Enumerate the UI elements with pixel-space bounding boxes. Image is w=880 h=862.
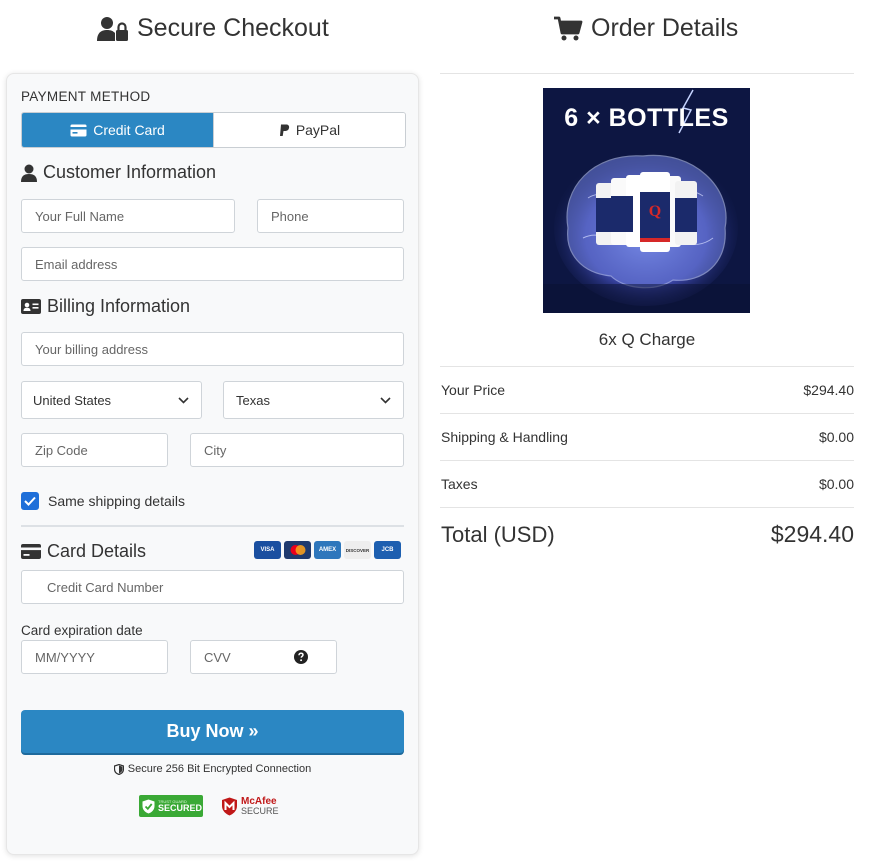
tab-paypal-label: PayPal <box>295 122 341 138</box>
card-number-placeholder: Credit Card Number <box>47 579 164 595</box>
shipping-label: Shipping & Handling <box>441 429 568 445</box>
product-image-text: 6 × BOTTLES <box>564 104 729 132</box>
order-rule-4 <box>440 507 854 508</box>
taxes-label: Taxes <box>441 476 478 492</box>
checkmark-icon <box>24 496 36 506</box>
security-badges: TRUST GUARD SECURED McAfee SECURE <box>139 795 279 817</box>
expiration-label: Card expiration date <box>21 623 143 638</box>
cvv-placeholder: CVV <box>204 649 231 665</box>
city-input[interactable]: City <box>190 433 404 467</box>
customer-info-label: Customer Information <box>43 162 217 182</box>
order-rule-2 <box>440 413 854 414</box>
order-title: Order Details <box>591 14 739 42</box>
card-details-title: Card Details <box>21 541 146 562</box>
same-shipping-label: Same shipping details <box>48 493 185 509</box>
expiry-input[interactable]: MM/YYYY <box>21 640 168 674</box>
cvv-input[interactable]: CVV <box>190 640 337 674</box>
chevron-down-icon <box>178 396 189 404</box>
checkout-title: Secure Checkout <box>137 14 329 42</box>
order-rule-1 <box>440 366 854 367</box>
phone-placeholder: Phone <box>271 208 309 224</box>
shield-icon <box>113 763 124 775</box>
paypal-icon <box>279 124 289 136</box>
email-input[interactable]: Email address <box>21 247 404 281</box>
your-price-label: Your Price <box>441 382 506 398</box>
phone-input[interactable]: Phone <box>257 199 404 233</box>
card-logos: VISA AMEX DISCOVER JCB <box>254 541 401 559</box>
order-heading: Order Details <box>553 14 738 43</box>
full-name-input[interactable]: Your Full Name <box>21 199 235 233</box>
billing-info-label: Billing Information <box>47 296 191 316</box>
tab-credit-card-label: Credit Card <box>93 122 165 138</box>
same-shipping-row: Same shipping details <box>21 492 185 510</box>
svg-text:Q: Q <box>649 203 661 220</box>
card-number-input[interactable]: Credit Card Number <box>21 570 404 604</box>
user-icon <box>21 164 37 182</box>
checkout-heading: Secure Checkout <box>97 14 329 43</box>
product-image: Q 6 × BOTTLES <box>543 88 750 313</box>
payment-method-label: PAYMENT METHOD <box>21 89 151 104</box>
state-value: Texas <box>236 392 270 408</box>
question-circle-icon[interactable] <box>294 650 308 664</box>
city-placeholder: City <box>204 442 227 458</box>
full-name-placeholder: Your Full Name <box>35 208 125 224</box>
zip-code-input[interactable]: Zip Code <box>21 433 168 467</box>
your-price-value: $294.40 <box>803 382 854 398</box>
credit-card-icon <box>21 544 41 559</box>
trust-guard-badge: TRUST GUARD SECURED <box>139 795 203 817</box>
country-value: United States <box>33 392 112 408</box>
billing-info-title: Billing Information <box>21 296 190 317</box>
billing-address-placeholder: Your billing address <box>35 341 148 357</box>
visa-logo: VISA <box>254 541 281 559</box>
section-divider <box>21 525 404 527</box>
expiry-placeholder: MM/YYYY <box>35 649 95 665</box>
buy-now-button[interactable]: Buy Now » <box>21 710 404 753</box>
user-lock-icon <box>97 16 128 41</box>
secured-label: SECURED <box>158 802 203 813</box>
secure-connection: Secure 256 Bit Encrypted Connection <box>21 763 404 775</box>
order-rule-3 <box>440 460 854 461</box>
same-shipping-checkbox[interactable] <box>21 492 39 510</box>
secure-connection-text: Secure 256 Bit Encrypted Connection <box>127 763 312 775</box>
amex-logo: AMEX <box>314 541 341 559</box>
billing-address-input[interactable]: Your billing address <box>21 332 404 366</box>
chevron-down-icon <box>380 396 391 404</box>
mastercard-logo <box>284 541 311 559</box>
tab-paypal[interactable]: PayPal <box>213 113 405 147</box>
mcafee-label: McAfee <box>241 795 277 807</box>
payment-panel: PAYMENT METHOD Credit Card PayPal Custom… <box>6 73 419 855</box>
payment-tabs: Credit Card PayPal <box>21 112 406 148</box>
credit-card-icon <box>70 124 87 136</box>
shipping-value: $0.00 <box>818 429 854 445</box>
bottles-icon: Q <box>596 172 697 252</box>
shopping-cart-icon <box>554 16 583 40</box>
discover-logo: DISCOVER <box>344 541 371 559</box>
product-name: 6x Q Charge <box>598 330 696 349</box>
total-label: Total (USD) <box>441 522 555 547</box>
customer-info-title: Customer Information <box>21 162 216 183</box>
mcafee-secure-label: SECURE <box>241 805 279 816</box>
tab-credit-card[interactable]: Credit Card <box>22 113 213 147</box>
email-placeholder: Email address <box>35 256 118 272</box>
address-card-icon <box>21 299 41 314</box>
country-select[interactable]: United States <box>21 381 202 419</box>
order-top-rule <box>440 73 854 74</box>
mcafee-shield-icon <box>222 797 237 815</box>
jcb-logo: JCB <box>374 541 401 559</box>
mcafee-badge: McAfee SECURE <box>221 795 279 816</box>
zip-code-placeholder: Zip Code <box>35 442 88 458</box>
total-value: $294.40 <box>770 521 854 547</box>
taxes-value: $0.00 <box>818 476 854 492</box>
state-select[interactable]: Texas <box>223 381 404 419</box>
card-details-label: Card Details <box>47 541 147 561</box>
shield-check-icon <box>142 799 155 813</box>
